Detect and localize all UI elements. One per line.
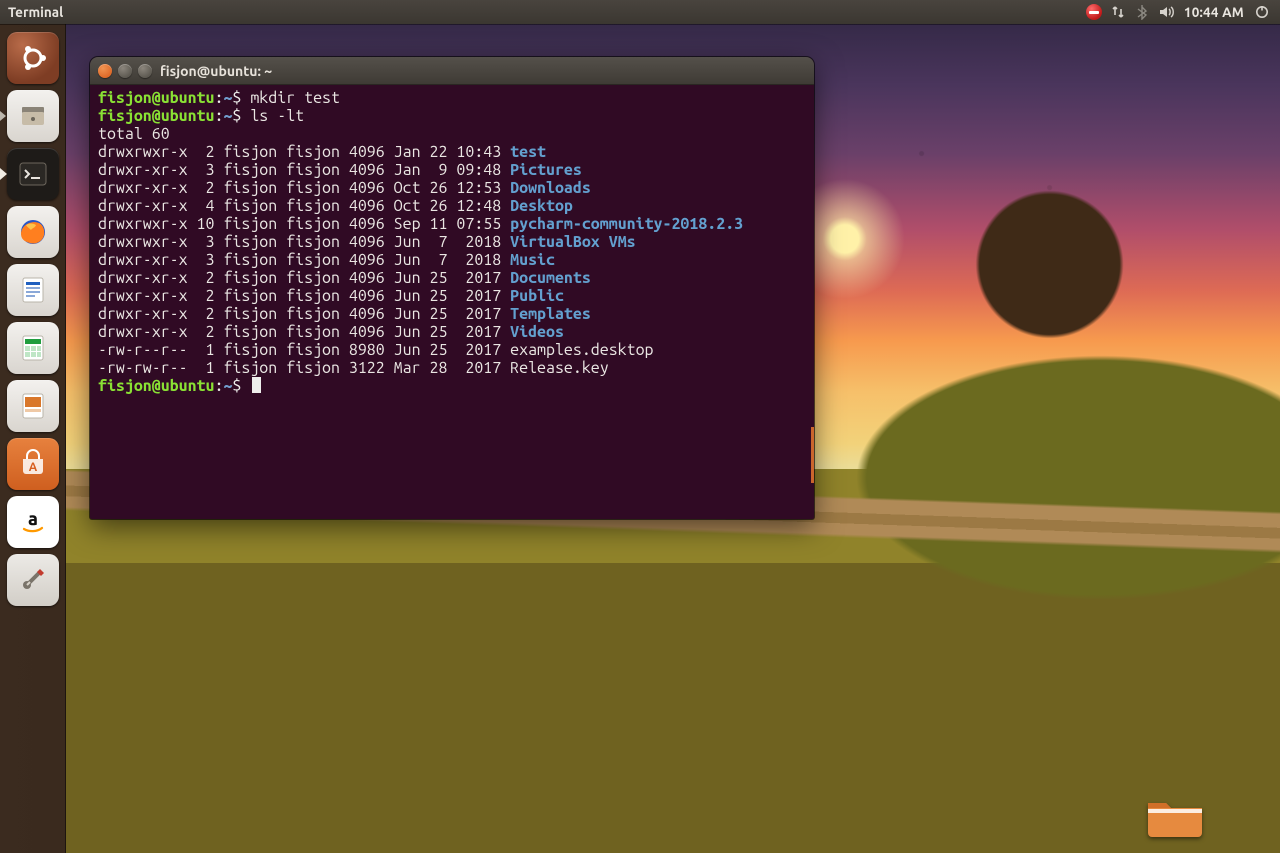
clock[interactable]: 10:44 AM (1178, 4, 1250, 20)
launcher-settings[interactable] (7, 554, 59, 606)
launcher-dash[interactable] (7, 32, 59, 84)
ls-row: drwxr-xr-x 3 fisjon fisjon 4096 Jun 7 20… (98, 251, 806, 269)
launcher-writer[interactable] (7, 264, 59, 316)
terminal-prompt[interactable]: fisjon@ubuntu:~$ (98, 377, 806, 395)
firefox-icon (16, 215, 50, 249)
terminal-titlebar[interactable]: fisjon@ubuntu: ~ (90, 57, 814, 85)
launcher-terminal[interactable] (7, 148, 59, 200)
ls-row: drwxr-xr-x 3 fisjon fisjon 4096 Jan 9 09… (98, 161, 806, 179)
window-title: fisjon@ubuntu: ~ (160, 63, 272, 79)
ls-row: drwxrwxr-x 10 fisjon fisjon 4096 Sep 11 … (98, 215, 806, 233)
bluetooth-indicator-icon[interactable] (1130, 0, 1154, 24)
ls-row: drwxr-xr-x 4 fisjon fisjon 4096 Oct 26 1… (98, 197, 806, 215)
terminal-window[interactable]: fisjon@ubuntu: ~ fisjon@ubuntu:~$ mkdir … (90, 57, 814, 519)
terminal-line: fisjon@ubuntu:~$ ls -lt (98, 107, 806, 125)
terminal-line: total 60 (98, 125, 806, 143)
impress-icon (16, 389, 50, 423)
launcher-files[interactable] (7, 90, 59, 142)
window-maximize-button[interactable] (138, 64, 152, 78)
amazon-icon: a (16, 505, 50, 539)
file-manager-icon (16, 99, 50, 133)
terminal-line: fisjon@ubuntu:~$ mkdir test (98, 89, 806, 107)
svg-text:A: A (28, 461, 37, 474)
launcher-software[interactable]: A (7, 438, 59, 490)
terminal-icon (16, 157, 50, 191)
ls-row: drwxrwxr-x 3 fisjon fisjon 4096 Jun 7 20… (98, 233, 806, 251)
launcher-amazon[interactable]: a (7, 496, 59, 548)
terminal-scrollbar[interactable] (811, 427, 814, 483)
ubuntu-logo-icon (16, 41, 50, 75)
writer-icon (16, 273, 50, 307)
ls-row: drwxr-xr-x 2 fisjon fisjon 4096 Oct 26 1… (98, 179, 806, 197)
ls-row: drwxrwxr-x 2 fisjon fisjon 4096 Jan 22 1… (98, 143, 806, 161)
desktop-folder-icon[interactable] (1144, 791, 1206, 839)
settings-icon (16, 563, 50, 597)
ls-row: drwxr-xr-x 2 fisjon fisjon 4096 Jun 25 2… (98, 287, 806, 305)
window-close-button[interactable] (98, 64, 112, 78)
ls-row: drwxr-xr-x 2 fisjon fisjon 4096 Jun 25 2… (98, 269, 806, 287)
session-indicator-icon[interactable] (1250, 0, 1274, 24)
network-indicator-icon[interactable] (1106, 0, 1130, 24)
top-panel: Terminal 10:44 AM (0, 0, 1280, 24)
window-minimize-button[interactable] (118, 64, 132, 78)
svg-text:a: a (28, 509, 38, 529)
software-center-icon: A (16, 447, 50, 481)
calc-icon (16, 331, 50, 365)
sound-indicator-icon[interactable] (1154, 0, 1178, 24)
active-app-title[interactable]: Terminal (8, 4, 63, 20)
terminal-cursor (252, 377, 261, 393)
update-error-indicator-icon[interactable] (1082, 0, 1106, 24)
launcher-impress[interactable] (7, 380, 59, 432)
ls-row: -rw-r--r-- 1 fisjon fisjon 8980 Jun 25 2… (98, 341, 806, 359)
ls-row: drwxr-xr-x 2 fisjon fisjon 4096 Jun 25 2… (98, 305, 806, 323)
unity-launcher: A a (0, 24, 66, 853)
launcher-calc[interactable] (7, 322, 59, 374)
ls-row: drwxr-xr-x 2 fisjon fisjon 4096 Jun 25 2… (98, 323, 806, 341)
ls-row: -rw-rw-r-- 1 fisjon fisjon 3122 Mar 28 2… (98, 359, 806, 377)
launcher-firefox[interactable] (7, 206, 59, 258)
terminal-output-area[interactable]: fisjon@ubuntu:~$ mkdir testfisjon@ubuntu… (90, 85, 814, 519)
